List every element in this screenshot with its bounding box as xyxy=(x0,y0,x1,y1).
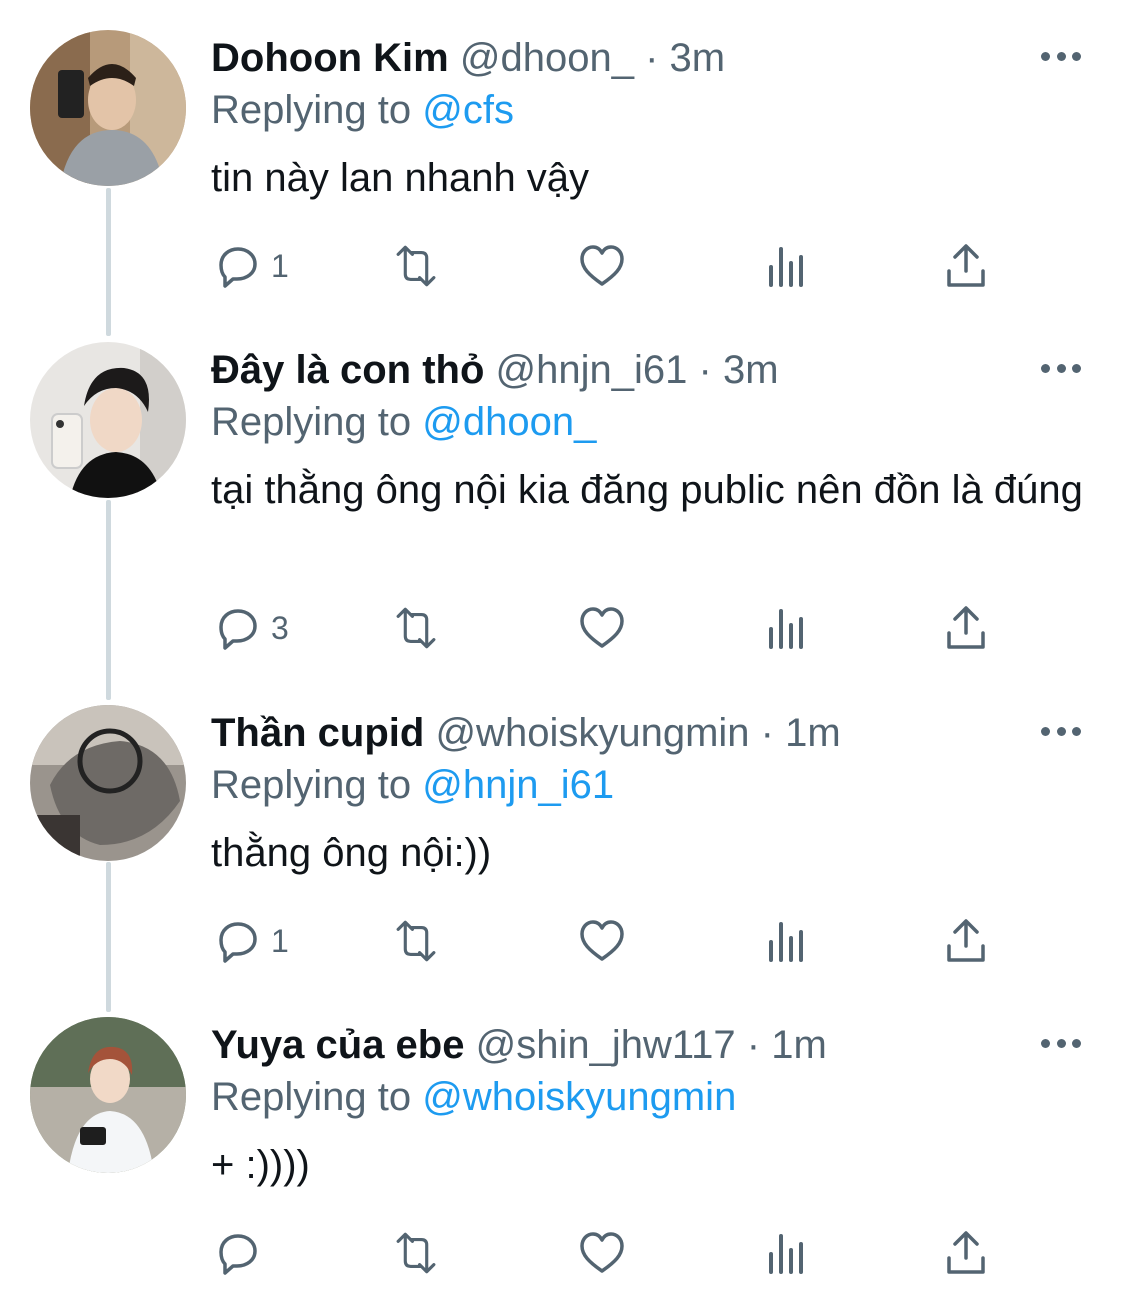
tweet-text: tại thằng ông nội kia đăng public nên đồ… xyxy=(211,468,1083,512)
replying-to: Replying to @cfs xyxy=(211,86,514,134)
separator: · xyxy=(746,1023,761,1067)
separator: · xyxy=(698,348,712,392)
user-handle[interactable]: @whoiskyungmin xyxy=(435,711,749,755)
mention-link[interactable]: @cfs xyxy=(422,88,514,132)
action-bar: 3 xyxy=(211,602,1011,662)
like-icon xyxy=(580,607,624,648)
share-button[interactable] xyxy=(941,915,991,967)
avatar[interactable] xyxy=(30,1017,186,1173)
views-button[interactable] xyxy=(763,602,813,654)
tweet-header: Dohoon Kim @dhoon_ · 3m xyxy=(211,34,1035,82)
tweet[interactable]: Đây là con thỏ @hnjn_i61 · 3m Replying t… xyxy=(0,312,1125,650)
reply-count: 3 xyxy=(271,609,289,646)
avatar[interactable] xyxy=(30,342,186,498)
mention-link[interactable]: @whoiskyungmin xyxy=(422,1075,736,1119)
replying-prefix: Replying to xyxy=(211,400,412,444)
avatar-photo-icon xyxy=(30,1017,186,1173)
tweet-text: tin này lan nhanh vậy xyxy=(211,156,590,200)
share-icon xyxy=(947,244,985,287)
reply-button[interactable]: 1 xyxy=(211,240,289,292)
share-button[interactable] xyxy=(941,1227,991,1279)
views-button[interactable] xyxy=(763,1227,813,1279)
display-name[interactable]: Thần cupid xyxy=(211,711,424,755)
user-handle[interactable]: @shin_jhw117 xyxy=(476,1023,736,1067)
replying-prefix: Replying to xyxy=(211,88,412,132)
share-icon xyxy=(947,606,985,649)
action-bar: 1 xyxy=(211,915,1011,975)
like-button[interactable] xyxy=(577,240,627,292)
more-icon[interactable] xyxy=(1041,44,1081,68)
avatar[interactable] xyxy=(30,30,186,186)
reply-button[interactable]: 1 xyxy=(211,915,289,967)
replying-to: Replying to @hnjn_i61 xyxy=(211,761,614,809)
retweet-button[interactable] xyxy=(391,240,441,292)
share-button[interactable] xyxy=(941,602,991,654)
like-icon xyxy=(580,1232,624,1273)
replying-prefix: Replying to xyxy=(211,1075,412,1119)
more-icon[interactable] xyxy=(1041,1031,1081,1055)
views-icon xyxy=(769,609,803,649)
action-bar xyxy=(211,1227,1011,1287)
share-icon xyxy=(947,919,985,962)
tweet[interactable]: Dohoon Kim @dhoon_ · 3m Replying to @cfs… xyxy=(0,0,1125,312)
tweet-text: + :)))) xyxy=(211,1143,310,1187)
tweet[interactable]: Thần cupid @whoiskyungmin · 1m Replying … xyxy=(0,675,1125,987)
tweet-header: Đây là con thỏ @hnjn_i61 · 3m xyxy=(211,346,1035,394)
separator: · xyxy=(760,711,774,755)
avatar-photo-icon xyxy=(30,30,186,186)
retweet-button[interactable] xyxy=(391,602,441,654)
like-button[interactable] xyxy=(577,602,627,654)
display-name[interactable]: Yuya của ebe xyxy=(211,1023,464,1067)
reply-count: 1 xyxy=(271,247,289,284)
reply-icon xyxy=(219,1234,257,1275)
tweet[interactable]: Yuya của ebe @shin_jhw117 · 1m Replying … xyxy=(0,987,1125,1299)
replying-to: Replying to @whoiskyungmin xyxy=(211,1073,736,1121)
user-handle[interactable]: @hnjn_i61 xyxy=(496,348,688,392)
like-button[interactable] xyxy=(577,1227,627,1279)
timestamp[interactable]: 1m xyxy=(785,711,841,755)
like-icon xyxy=(580,245,624,286)
display-name[interactable]: Dohoon Kim xyxy=(211,36,449,80)
reply-count: 1 xyxy=(271,922,289,959)
tweet-header: Thần cupid @whoiskyungmin · 1m xyxy=(211,709,1035,757)
share-icon xyxy=(947,1231,985,1274)
retweet-button[interactable] xyxy=(391,915,441,967)
reply-icon xyxy=(219,922,257,963)
reply-icon xyxy=(219,247,257,288)
retweet-icon xyxy=(396,1232,436,1274)
views-icon xyxy=(769,1234,803,1274)
replying-to: Replying to @dhoon_ xyxy=(211,398,596,446)
retweet-icon xyxy=(396,607,436,649)
avatar[interactable] xyxy=(30,705,186,861)
share-button[interactable] xyxy=(941,240,991,292)
replying-prefix: Replying to xyxy=(211,763,412,807)
retweet-icon xyxy=(396,920,436,962)
mention-link[interactable]: @hnjn_i61 xyxy=(422,763,614,807)
like-button[interactable] xyxy=(577,915,627,967)
more-icon[interactable] xyxy=(1041,356,1081,380)
avatar-photo-icon xyxy=(30,342,186,498)
retweet-icon xyxy=(396,245,436,287)
more-icon[interactable] xyxy=(1041,719,1081,743)
retweet-button[interactable] xyxy=(391,1227,441,1279)
views-button[interactable] xyxy=(763,240,813,292)
tweet-header: Yuya của ebe @shin_jhw117 · 1m xyxy=(211,1021,1035,1069)
views-button[interactable] xyxy=(763,915,813,967)
reply-button[interactable]: 3 xyxy=(211,602,289,654)
mention-link[interactable]: @dhoon_ xyxy=(422,400,596,444)
avatar-photo-icon xyxy=(30,705,186,861)
views-icon xyxy=(769,247,803,287)
reply-icon xyxy=(219,609,257,650)
timestamp[interactable]: 3m xyxy=(723,348,779,392)
separator: · xyxy=(645,36,659,80)
display-name[interactable]: Đây là con thỏ xyxy=(211,348,484,392)
user-handle[interactable]: @dhoon_ xyxy=(460,36,634,80)
timestamp[interactable]: 1m xyxy=(771,1023,827,1067)
tweet-text: thằng ông nội:)) xyxy=(211,831,492,875)
action-bar: 1 xyxy=(211,240,1011,300)
like-icon xyxy=(580,920,624,961)
reply-button[interactable] xyxy=(211,1227,271,1279)
views-icon xyxy=(769,922,803,962)
timestamp[interactable]: 3m xyxy=(670,36,726,80)
